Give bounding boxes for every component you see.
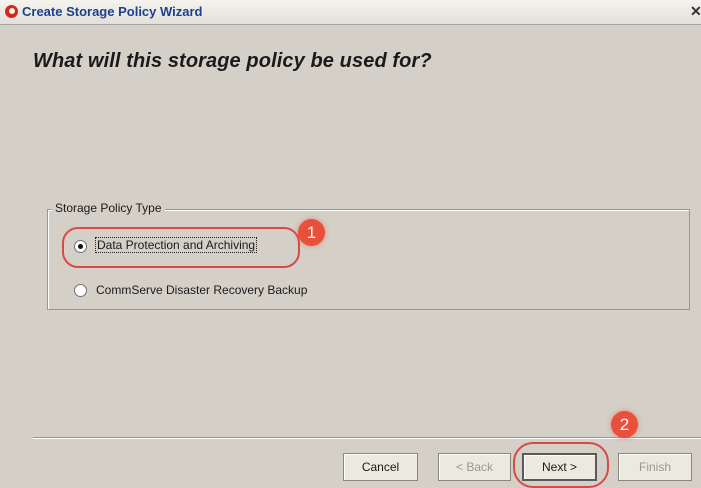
commvault-logo-icon <box>5 5 18 18</box>
radio-commserve-dr[interactable] <box>74 284 87 297</box>
finish-button[interactable]: Finish <box>618 453 692 481</box>
highlight-ring-option <box>62 227 300 268</box>
step-badge-1: 1 <box>298 219 325 246</box>
step-badge-2: 2 <box>611 411 638 438</box>
close-icon[interactable]: ✕ <box>690 3 701 19</box>
page-heading: What will this storage policy be used fo… <box>33 50 432 72</box>
window-title: Create Storage Policy Wizard <box>22 4 203 19</box>
radio-label-commserve-dr[interactable]: CommServe Disaster Recovery Backup <box>96 283 307 297</box>
back-button[interactable]: < Back <box>438 453 511 481</box>
footer-separator <box>33 437 701 439</box>
group-label: Storage Policy Type <box>52 201 165 215</box>
highlight-ring-next <box>513 442 609 488</box>
title-bar: Create Storage Policy Wizard ✕ <box>0 0 701 25</box>
cancel-button[interactable]: Cancel <box>343 453 418 481</box>
